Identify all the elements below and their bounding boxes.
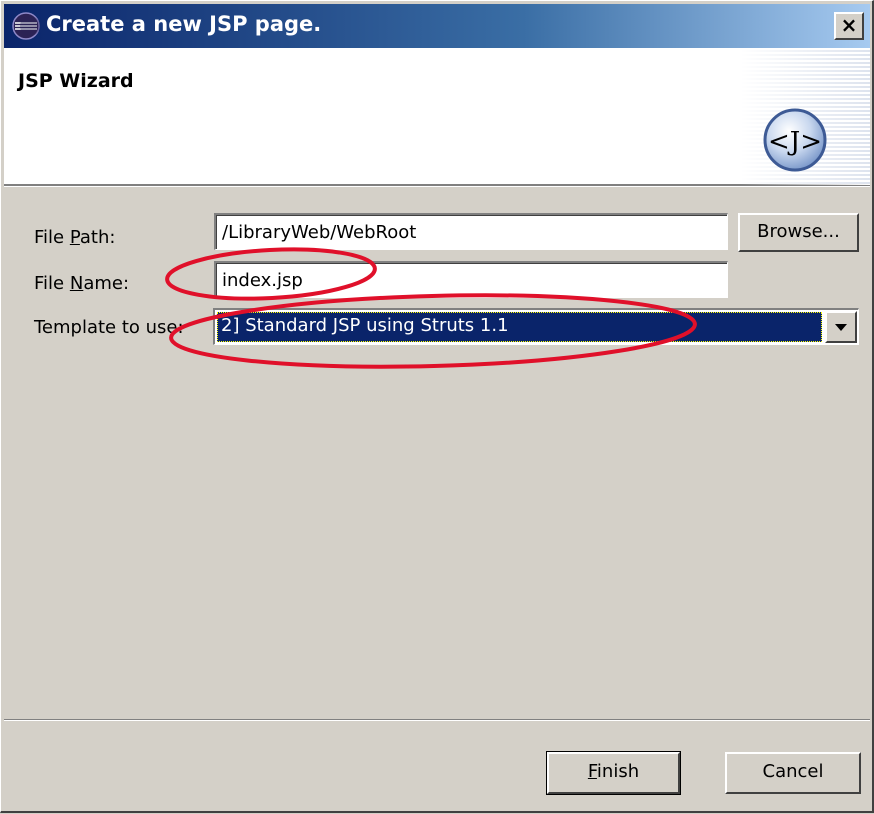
chevron-down-icon[interactable] [825,311,857,343]
header-divider [4,185,870,187]
jsp-wizard-icon: <J> [763,108,827,172]
window-title: Create a new JSP page. [46,12,322,36]
close-button[interactable]: × [834,12,864,40]
template-selected-value[interactable]: 2] Standard JSP using Struts 1.1 [217,312,822,342]
file-name-label: File Name: [34,273,130,294]
finish-button[interactable]: Finish [546,751,681,795]
browse-button[interactable]: Browse... [738,213,859,252]
wizard-header: JSP Wizard <J> [4,48,870,185]
jsp-wizard-dialog: Create a new JSP page. × JSP Wizard <J> … [0,0,874,813]
template-select[interactable]: 2] Standard JSP using Struts 1.1 [213,308,859,345]
page-title: JSP Wizard [18,70,134,92]
eclipse-icon [12,12,40,40]
cancel-button[interactable]: Cancel [725,752,861,794]
template-label: Template to use: [34,317,184,338]
title-bar[interactable]: Create a new JSP page. × [4,4,870,48]
file-name-input[interactable] [214,261,728,298]
file-path-label: File Path: [34,227,116,248]
file-path-input[interactable] [214,213,728,250]
svg-text:<J>: <J> [768,127,822,157]
footer-divider [4,719,870,721]
